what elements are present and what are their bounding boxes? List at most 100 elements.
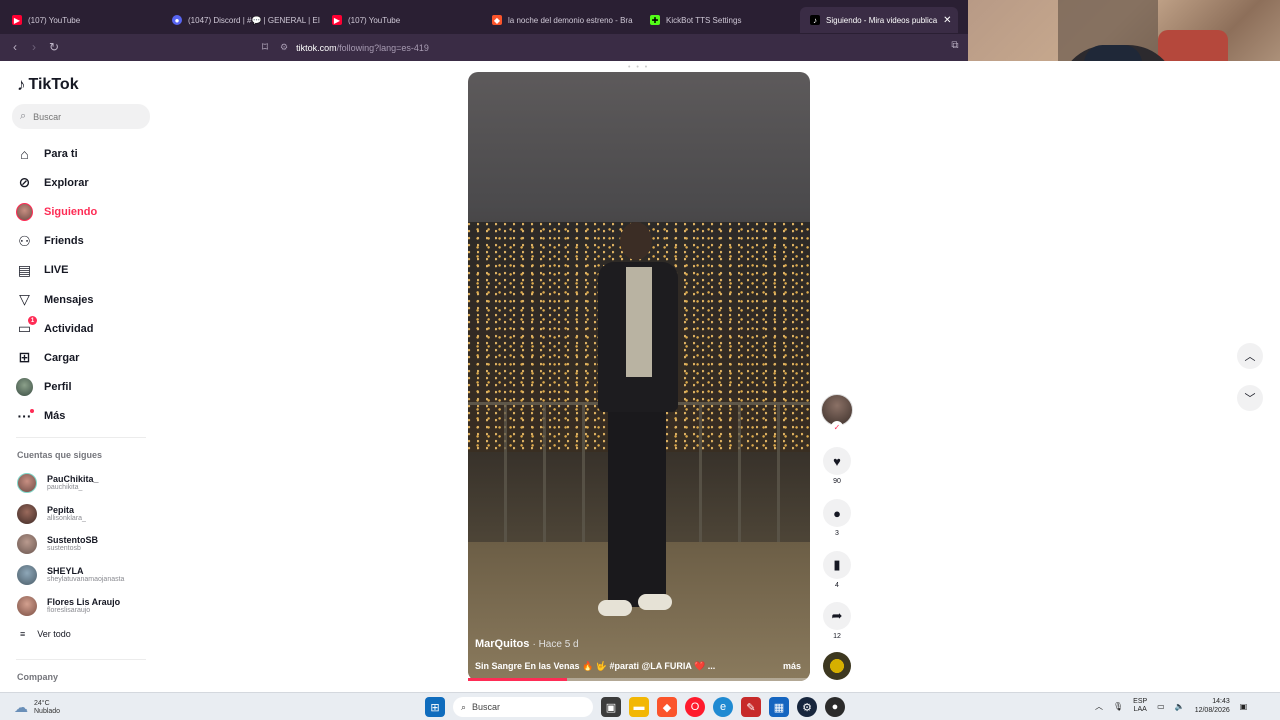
- network-icon[interactable]: ▭: [1157, 702, 1165, 711]
- company-link[interactable]: Company: [17, 672, 58, 682]
- tab-kickbot[interactable]: ✚ KickBot TTS Settings: [640, 10, 798, 30]
- sidebar-item-mensajes[interactable]: ▽ Mensajes: [16, 285, 156, 314]
- sidebar-item-explorar[interactable]: ⊘ Explorar: [16, 168, 156, 197]
- search-box[interactable]: ⌕: [12, 104, 150, 129]
- bookmark-icon[interactable]: ▮: [823, 551, 851, 579]
- taskbar-search[interactable]: ⌕ Buscar: [453, 697, 593, 717]
- sidebar-item-perfil[interactable]: Perfil: [16, 373, 156, 402]
- tab-tiktok[interactable]: ♪ Siguiendo - Mira videos publica ✕: [800, 7, 958, 33]
- account-pepita[interactable]: Pepita allisonklara_: [17, 499, 157, 530]
- search-input[interactable]: [33, 111, 134, 122]
- see-all-button[interactable]: ≡ Ver todo: [20, 629, 71, 639]
- tab-title: la noche del demonio estreno - Bra: [508, 15, 633, 25]
- video-author[interactable]: MarQuitos: [475, 638, 529, 650]
- see-all-label: Ver todo: [37, 629, 71, 639]
- following-accounts-list: PauChikita_ pauchikita_ Pepita allisonkl…: [17, 468, 157, 621]
- address-bar[interactable]: ⚙ tiktok.com/following?lang=es-419: [280, 38, 740, 57]
- previous-video-button[interactable]: ︿: [1237, 343, 1263, 369]
- kickbot-icon: ✚: [650, 15, 660, 25]
- following-section-title: Cuentas que sigues: [17, 450, 103, 460]
- music-disc-icon[interactable]: [823, 652, 851, 680]
- taskbar-search-label: Buscar: [472, 702, 501, 712]
- file-explorer-icon[interactable]: ▬: [629, 697, 649, 717]
- app-red-icon[interactable]: ✎: [741, 697, 761, 717]
- language-region: LAA: [1133, 706, 1147, 713]
- translate-icon[interactable]: ⧉: [948, 40, 962, 51]
- language-indicator[interactable]: ESP LAA: [1133, 698, 1147, 714]
- live-icon: ▤: [17, 261, 32, 278]
- account-sheyla[interactable]: SHEYLA sheylatuvanamaojanasta: [17, 560, 157, 591]
- sidebar-item-label: Para ti: [44, 147, 78, 160]
- tray-overflow-icon[interactable]: ︿: [1095, 701, 1103, 712]
- sidebar-item-friends[interactable]: ⚇ Friends: [16, 227, 156, 256]
- opera-icon[interactable]: O: [685, 697, 705, 717]
- heart-icon[interactable]: ♥: [823, 447, 851, 475]
- sidebar-item-mas[interactable]: ··· Más: [16, 402, 156, 431]
- account-sustentosb[interactable]: SustentoSB sustentosb: [17, 529, 157, 560]
- close-tab-icon[interactable]: ✕: [943, 15, 951, 26]
- reload-icon[interactable]: ↻: [47, 40, 61, 54]
- app-dark-icon[interactable]: ●: [825, 697, 845, 717]
- share-action[interactable]: ➦ 12: [823, 602, 851, 640]
- tiktok-icon: ♪: [810, 15, 820, 25]
- forward-icon[interactable]: ›: [27, 40, 41, 54]
- tab-title: KickBot TTS Settings: [666, 15, 742, 25]
- sidebar-item-cargar[interactable]: ⊞ Cargar: [16, 343, 156, 372]
- edge-icon[interactable]: e: [713, 697, 733, 717]
- url-path: /following?lang=es-419: [336, 42, 429, 53]
- volume-icon[interactable]: 🔈: [1175, 702, 1185, 711]
- video-player[interactable]: [468, 72, 810, 681]
- sidebar-item-live[interactable]: ▤ LIVE: [16, 256, 156, 285]
- tiktok-logo[interactable]: ♪ TikTok: [17, 75, 79, 95]
- more-button[interactable]: más: [783, 661, 801, 672]
- like-action[interactable]: ♥ 90: [823, 447, 851, 485]
- video-caption: MarQuitos · Hace 5 d Sin Sangre En las V…: [475, 638, 805, 672]
- back-icon[interactable]: ‹: [8, 40, 22, 54]
- video-progress-bar[interactable]: [468, 678, 810, 681]
- sidebar-item-siguiendo[interactable]: Siguiendo: [16, 197, 156, 226]
- chevron-down-icon: ﹀: [1244, 393, 1256, 405]
- avatar: [17, 534, 37, 555]
- clock[interactable]: 14:43 12/08/2026: [1195, 697, 1230, 715]
- comment-action[interactable]: ● 3: [823, 499, 851, 537]
- store-icon[interactable]: ▦: [769, 697, 789, 717]
- bookmark-icon[interactable]: ⌑: [258, 40, 272, 54]
- cloud-icon: ☁: [14, 699, 28, 715]
- windows-start-icon[interactable]: ⊞: [425, 697, 445, 717]
- task-view-icon[interactable]: ▣: [601, 697, 621, 717]
- sidebar-item-label: Mensajes: [44, 293, 94, 306]
- save-action[interactable]: ▮ 4: [823, 551, 851, 589]
- tab-brave-search[interactable]: ◆ la noche del demonio estreno - Bra: [482, 10, 637, 30]
- sidebar-item-para-ti[interactable]: ⌂ Para ti: [16, 139, 156, 168]
- next-video-button[interactable]: ﹀: [1237, 385, 1263, 411]
- tab-youtube-1[interactable]: ▶ (107) YouTube: [2, 10, 160, 30]
- tab-discord[interactable]: ● (1047) Discord | #💬 | GENERAL | EISU: [162, 10, 320, 30]
- share-icon[interactable]: ➦: [823, 602, 851, 630]
- share-count: 12: [833, 633, 841, 640]
- brave-icon[interactable]: ◆: [657, 697, 677, 717]
- microphone-icon[interactable]: 🎙: [1113, 702, 1123, 711]
- tab-youtube-2[interactable]: ▶ (107) YouTube: [322, 10, 480, 30]
- tab-title: (107) YouTube: [28, 15, 81, 25]
- account-pauchikita[interactable]: PauChikita_ pauchikita_: [17, 468, 157, 499]
- account-handle: allisonklara_: [47, 514, 86, 522]
- notifications-icon[interactable]: ▣: [1240, 702, 1248, 711]
- following-check-icon[interactable]: ✓: [831, 421, 843, 433]
- temperature: 24°C: [34, 699, 50, 707]
- loading-dots: • • •: [628, 64, 650, 71]
- discord-icon: ●: [172, 15, 182, 25]
- youtube-icon: ▶: [332, 15, 342, 25]
- sidebar-item-label: Perfil: [44, 381, 72, 394]
- tiktok-page: ♪ TikTok ⌕ ⌂ Para ti ⊘ Explorar Siguiend…: [0, 61, 1280, 692]
- windows-taskbar: ☁ 24°C Nublado ⊞ ⌕ Buscar ▣ ▬ ◆ O e ✎ ▦ …: [0, 692, 1280, 720]
- comment-icon[interactable]: ●: [823, 499, 851, 527]
- sidebar-item-actividad[interactable]: ▭ 1 Actividad: [16, 314, 156, 343]
- save-count: 4: [835, 582, 839, 589]
- site-info-icon[interactable]: ⚙: [280, 42, 288, 53]
- account-flores-lis-araujo[interactable]: Flores Lis Araujo floreslisaraujo: [17, 590, 157, 621]
- sidebar-item-label: Explorar: [44, 176, 89, 189]
- steam-icon[interactable]: ⚙: [797, 697, 817, 717]
- messages-icon: ▽: [19, 291, 30, 308]
- weather-widget[interactable]: ☁ 24°C Nublado: [14, 699, 60, 716]
- tab-title: (1047) Discord | #💬 | GENERAL | EISU: [188, 15, 320, 25]
